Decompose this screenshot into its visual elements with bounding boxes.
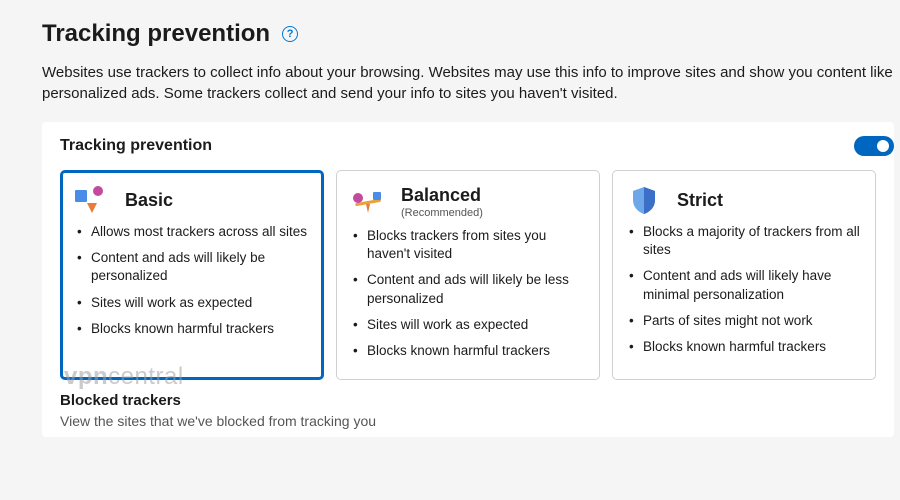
page-title: Tracking prevention — [42, 20, 270, 48]
list-item: Blocks trackers from sites you haven't v… — [351, 227, 585, 263]
list-item: Allows most trackers across all sites — [75, 223, 309, 241]
card-balanced-title: Balanced — [401, 185, 483, 206]
card-basic-head: Basic — [75, 185, 309, 215]
card-basic-title: Basic — [125, 190, 173, 211]
list-item: Content and ads will likely be less pers… — [351, 271, 585, 307]
list-item: Blocks known harmful trackers — [627, 338, 861, 356]
list-item: Sites will work as expected — [351, 316, 585, 334]
card-strict-bullets: Blocks a majority of trackers from all s… — [627, 223, 861, 356]
page-title-row: Tracking prevention ? — [42, 20, 900, 48]
help-icon[interactable]: ? — [282, 26, 298, 42]
strict-shield-icon — [627, 185, 661, 215]
blocked-trackers-title[interactable]: Blocked trackers — [60, 392, 876, 409]
list-item: Content and ads will likely have minimal… — [627, 267, 861, 303]
list-item: Blocks a majority of trackers from all s… — [627, 223, 861, 259]
card-strict-title: Strict — [677, 190, 723, 211]
list-item: Blocks known harmful trackers — [75, 320, 309, 338]
list-item: Blocks known harmful trackers — [351, 342, 585, 360]
page-description: Websites use trackers to collect info ab… — [42, 62, 900, 104]
card-basic-bullets: Allows most trackers across all sites Co… — [75, 223, 309, 338]
tracking-prevention-panel: Tracking prevention Basic Allows most tr… — [42, 122, 894, 437]
panel-header: Tracking prevention — [60, 136, 876, 156]
card-balanced-bullets: Blocks trackers from sites you haven't v… — [351, 227, 585, 360]
card-basic[interactable]: Basic Allows most trackers across all si… — [60, 170, 324, 380]
list-item: Sites will work as expected — [75, 294, 309, 312]
basic-icon — [75, 185, 109, 215]
tracking-toggle[interactable] — [854, 136, 894, 156]
balanced-icon — [351, 187, 385, 217]
panel-title: Tracking prevention — [60, 137, 212, 155]
card-strict[interactable]: Strict Blocks a majority of trackers fro… — [612, 170, 876, 380]
blocked-trackers-desc: View the sites that we've blocked from t… — [60, 413, 876, 429]
card-strict-head: Strict — [627, 185, 861, 215]
prevention-level-cards: Basic Allows most trackers across all si… — [60, 170, 876, 380]
list-item: Parts of sites might not work — [627, 312, 861, 330]
card-balanced-head: Balanced (Recommended) — [351, 185, 585, 219]
card-balanced[interactable]: Balanced (Recommended) Blocks trackers f… — [336, 170, 600, 380]
card-balanced-subtitle: (Recommended) — [401, 207, 483, 219]
list-item: Content and ads will likely be personali… — [75, 249, 309, 285]
